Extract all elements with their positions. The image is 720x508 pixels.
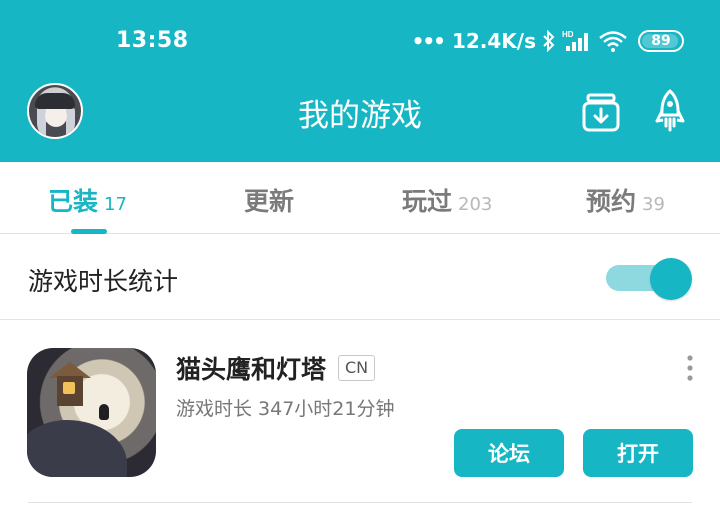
download-icon[interactable] [582,92,620,132]
region-badge: CN [338,355,376,381]
game-card: 猫头鹰和灯塔 CN 游戏时长 347小时21分钟 论坛 打开 [0,320,720,508]
tab-reserved-label: 预约 [586,187,637,216]
tab-played[interactable]: 玩过 203 [402,182,492,216]
network-speed: 12.4K/s [451,29,536,53]
rocket-icon[interactable] [655,89,685,133]
forum-button[interactable]: 论坛 [454,429,564,477]
playtime-stats-toggle[interactable] [606,258,692,300]
game-icon-hill [27,420,127,477]
svg-text:HD: HD [562,30,574,39]
game-icon[interactable] [27,348,156,477]
game-icon-owl [99,404,109,420]
open-button[interactable]: 打开 [583,429,693,477]
more-status-icon: ••• [411,29,446,53]
toggle-knob [650,258,692,300]
tab-played-count: 203 [458,194,493,215]
tab-installed-label: 已装 [48,187,99,216]
tab-updates-label: 更新 [244,187,295,216]
tab-installed[interactable]: 已装 17 [48,182,127,216]
bluetooth-icon [543,29,555,53]
tab-played-label: 玩过 [402,187,453,216]
game-playtime: 游戏时长 347小时21分钟 [176,398,395,420]
wifi-icon [599,31,627,52]
signal-icon: HD [562,30,588,51]
game-name[interactable]: 猫头鹰和灯塔 [176,350,326,386]
playtime-stats-label: 游戏时长统计 [28,267,179,296]
card-divider [28,502,692,503]
tab-reserved[interactable]: 预约 39 [586,182,665,216]
more-options-icon[interactable] [684,354,696,382]
status-bar-right: ••• 12.4K/s HD 89 [412,26,684,56]
game-icon-light [63,382,75,394]
top-bar: 13:58 ••• 12.4K/s HD 89 我的游戏 [0,0,720,162]
battery-level: 89 [651,33,671,49]
tab-installed-count: 17 [104,194,127,215]
battery-icon: 89 [638,30,684,52]
tab-updates[interactable]: 更新 [244,182,294,216]
status-time: 13:58 [116,28,189,53]
tab-bar: 已装 17 更新 玩过 203 预约 39 [0,162,720,234]
tab-reserved-count: 39 [642,194,665,215]
